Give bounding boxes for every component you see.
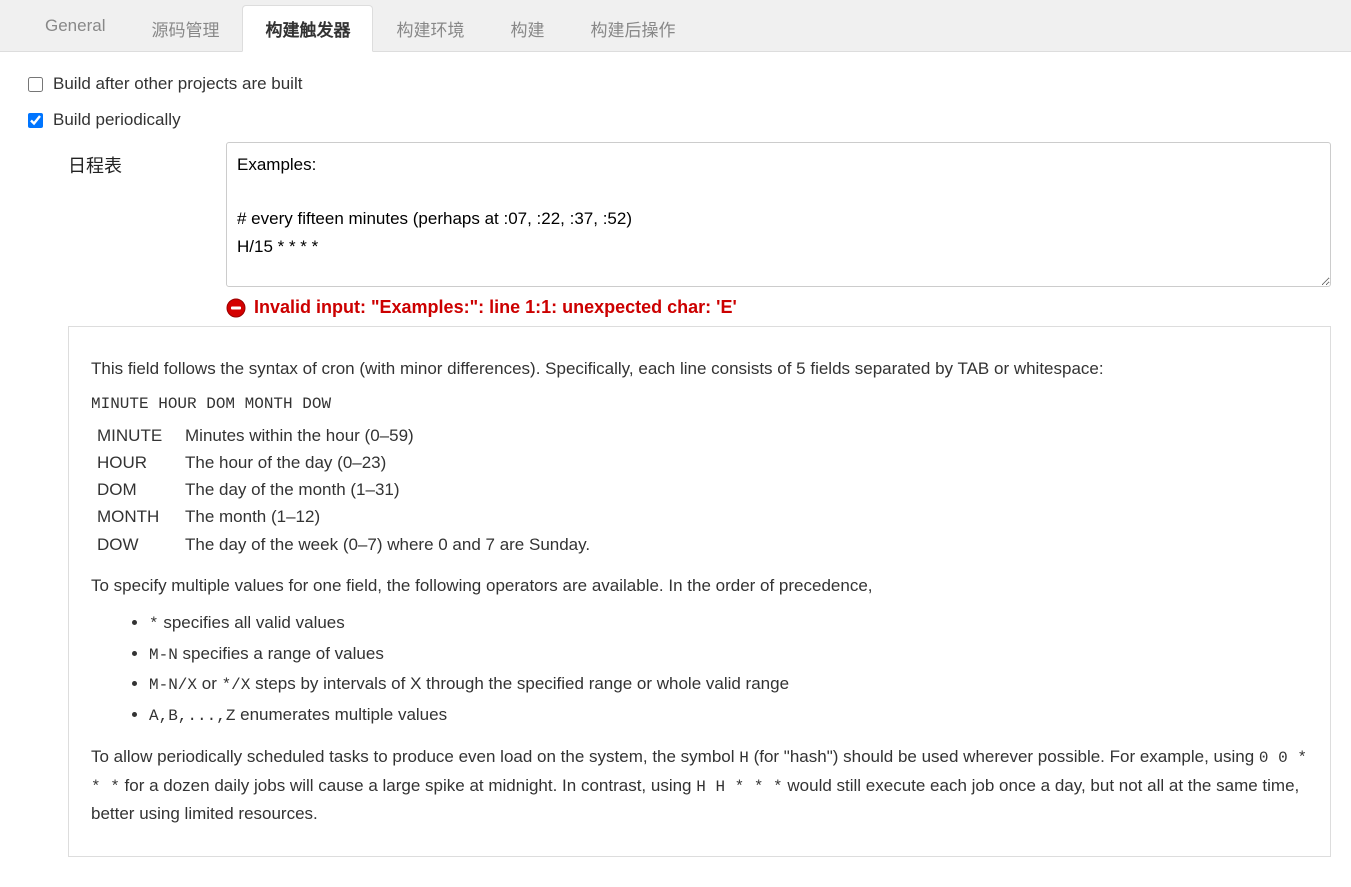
def-desc: The month (1–12) (185, 503, 320, 530)
build-periodically-row: Build periodically (28, 102, 1331, 138)
def-desc: The hour of the day (0–23) (185, 449, 386, 476)
help-multi-intro: To specify multiple values for one field… (91, 572, 1308, 599)
help-syntax: MINUTE HOUR DOM MONTH DOW (91, 392, 1308, 418)
help-definitions: MINUTEMinutes within the hour (0–59) HOU… (97, 422, 1308, 558)
tab-general[interactable]: General (22, 5, 128, 52)
build-periodically-checkbox[interactable] (28, 113, 43, 128)
cron-help-box: This field follows the syntax of cron (w… (68, 326, 1331, 857)
periodic-subsection: 日程表 Invalid input: "Examples:": line 1:1… (68, 142, 1331, 857)
def-term: DOM (97, 476, 185, 503)
op-range: M-N specifies a range of values (149, 640, 1308, 669)
build-after-label: Build after other projects are built (53, 74, 302, 94)
validation-error-row: Invalid input: "Examples:": line 1:1: un… (226, 297, 1331, 318)
tab-build-environment[interactable]: 构建环境 (373, 5, 487, 52)
op-star: * specifies all valid values (149, 609, 1308, 638)
help-operators-list: * specifies all valid values M-N specifi… (91, 609, 1308, 729)
error-icon (226, 298, 246, 318)
def-desc: The day of the week (0–7) where 0 and 7 … (185, 531, 590, 558)
build-after-row: Build after other projects are built (28, 66, 1331, 102)
def-desc: The day of the month (1–31) (185, 476, 400, 503)
def-row: MINUTEMinutes within the hour (0–59) (97, 422, 1308, 449)
op-step: M-N/X or */X steps by intervals of X thr… (149, 670, 1308, 699)
def-term: DOW (97, 531, 185, 558)
tab-build[interactable]: 构建 (487, 5, 567, 52)
build-periodically-label: Build periodically (53, 110, 181, 130)
tab-post-build[interactable]: 构建后操作 (567, 5, 698, 52)
schedule-label: 日程表 (68, 142, 208, 178)
help-intro: This field follows the syntax of cron (w… (91, 355, 1308, 382)
def-row: HOURThe hour of the day (0–23) (97, 449, 1308, 476)
def-term: MINUTE (97, 422, 185, 449)
def-desc: Minutes within the hour (0–59) (185, 422, 414, 449)
schedule-textarea[interactable] (226, 142, 1331, 287)
schedule-row: 日程表 (68, 142, 1331, 287)
def-term: MONTH (97, 503, 185, 530)
def-row: DOWThe day of the week (0–7) where 0 and… (97, 531, 1308, 558)
def-row: MONTHThe month (1–12) (97, 503, 1308, 530)
triggers-panel: Build after other projects are built Bui… (0, 52, 1351, 887)
def-row: DOMThe day of the month (1–31) (97, 476, 1308, 503)
config-tab-bar: General 源码管理 构建触发器 构建环境 构建 构建后操作 (0, 0, 1351, 52)
def-term: HOUR (97, 449, 185, 476)
tab-scm[interactable]: 源码管理 (128, 5, 242, 52)
help-hash-paragraph: To allow periodically scheduled tasks to… (91, 743, 1308, 827)
tab-build-triggers[interactable]: 构建触发器 (242, 5, 373, 52)
validation-error-text: Invalid input: "Examples:": line 1:1: un… (254, 297, 737, 318)
build-after-checkbox[interactable] (28, 77, 43, 92)
op-enum: A,B,...,Z enumerates multiple values (149, 701, 1308, 730)
